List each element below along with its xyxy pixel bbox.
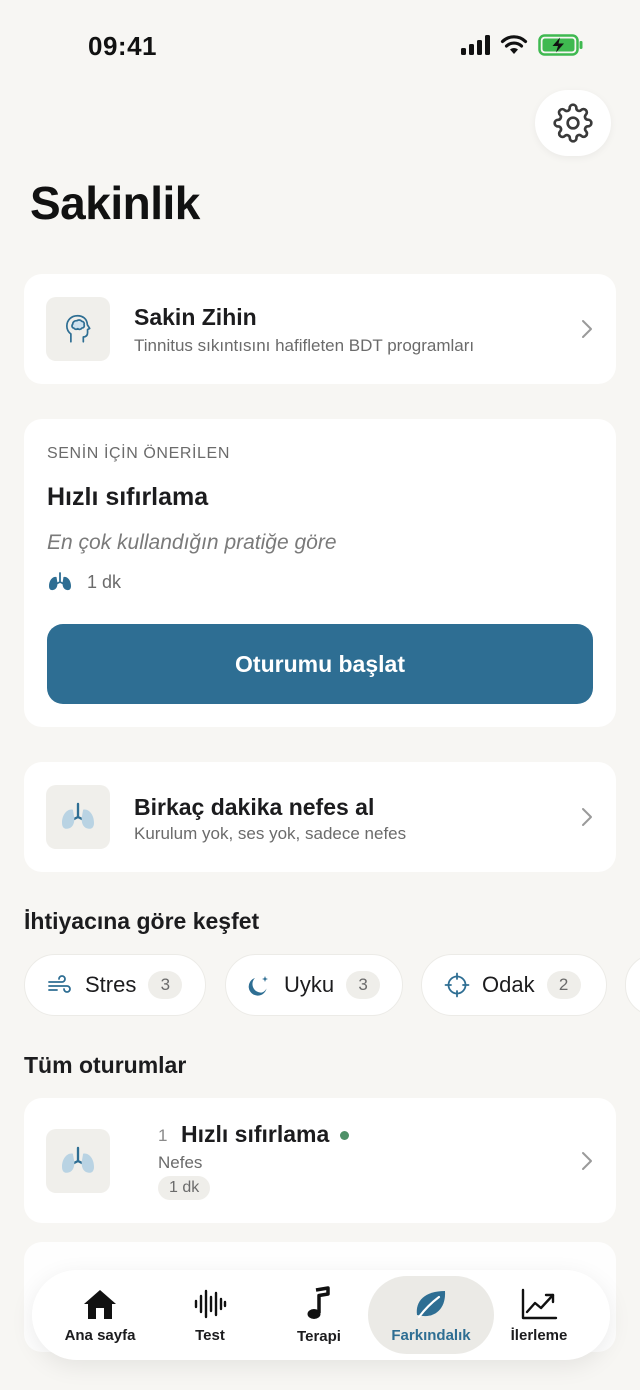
chip-stres[interactable]: Stres 3 (24, 954, 206, 1016)
chip-label: Odak (482, 972, 535, 997)
recommended-label: SENİN İÇİN ÖNERİLEN (47, 445, 230, 462)
chip-label: Uyku (284, 972, 335, 997)
chip-more[interactable] (625, 954, 640, 1016)
leaf-icon (416, 1290, 446, 1318)
moon-stars-icon (248, 976, 268, 996)
page-title: Sakinlik (30, 177, 200, 229)
session-title: Hızlı sıfırlama (181, 1121, 330, 1147)
program-title: Sakin Zihin (134, 304, 257, 330)
tab-progress[interactable]: İlerleme (496, 1276, 582, 1354)
start-session-button[interactable]: Oturumu başlat (47, 624, 593, 704)
wind-icon (48, 975, 71, 993)
session-icon-tile (46, 1129, 110, 1193)
chip-label: Stres (85, 972, 137, 997)
chevron-right-icon (582, 808, 592, 826)
recommended-subtitle: En çok kullandığın pratiğe göre (47, 531, 337, 554)
breath-subtitle: Kurulum yok, ses yok, sadece nefes (134, 824, 407, 843)
breath-icon-tile (46, 785, 110, 849)
tab-label: Test (195, 1326, 225, 1344)
status-time: 09:41 (88, 31, 157, 61)
gear-icon (553, 103, 593, 143)
chevron-right-icon (582, 320, 592, 338)
explore-chips: Stres 3 Uyku 3 Odak 2 (24, 954, 640, 1018)
tab-therapy[interactable]: Terapi (276, 1276, 362, 1354)
lungs-icon (62, 802, 94, 829)
tab-label: Terapi (297, 1327, 341, 1345)
session-category: Nefes (158, 1153, 203, 1172)
status-icons (461, 34, 584, 56)
settings-button[interactable] (535, 90, 611, 156)
breath-card[interactable]: Birkaç dakika nefes al Kurulum yok, ses … (24, 762, 616, 872)
crosshair-icon (444, 972, 470, 998)
chart-line-icon (521, 1288, 558, 1319)
chip-uyku[interactable]: Uyku 3 (225, 954, 403, 1016)
status-bar: 09:41 (0, 0, 640, 92)
chip-count: 3 (148, 971, 183, 999)
session-status-dot (340, 1131, 349, 1140)
session-duration-badge: 1 dk (158, 1176, 211, 1200)
tab-bar: Ana sayfa Test Terapi Farkındalık İlerle… (32, 1270, 610, 1360)
tab-label: Ana sayfa (64, 1326, 136, 1344)
waveform-icon (194, 1289, 227, 1318)
tab-label: İlerleme (510, 1326, 568, 1344)
chip-count: 2 (546, 971, 581, 999)
breath-title: Birkaç dakika nefes al (134, 794, 375, 820)
program-subtitle: Tinnitus sıkıntısını hafifleten BDT prog… (134, 336, 475, 355)
sessions-section-title: Tüm oturumlar (24, 1052, 187, 1078)
tab-home[interactable]: Ana sayfa (52, 1276, 148, 1354)
session-item[interactable]: 1 Hızlı sıfırlama Nefes 1 dk (24, 1098, 616, 1223)
home-icon (84, 1289, 116, 1319)
music-note-icon (307, 1285, 330, 1319)
battery-charging-icon (538, 34, 583, 56)
chevron-right-icon (582, 1152, 592, 1170)
recommended-card: SENİN İÇİN ÖNERİLEN Hızlı sıfırlama En ç… (24, 419, 616, 727)
tab-test[interactable]: Test (167, 1276, 253, 1354)
cellular-signal-icon (461, 35, 490, 55)
tab-label: Farkındalık (391, 1326, 471, 1344)
head-brain-icon (65, 314, 91, 343)
program-icon-tile (46, 297, 110, 361)
recommended-duration: 1 dk (87, 571, 122, 592)
chip-odak[interactable]: Odak 2 (421, 954, 607, 1016)
wifi-icon (500, 35, 528, 54)
recommended-meta: 1 dk (47, 571, 121, 593)
session-number: 1 (158, 1126, 168, 1145)
lungs-icon (62, 1146, 94, 1173)
lungs-icon (49, 572, 71, 591)
recommended-title: Hızlı sıfırlama (47, 483, 209, 511)
explore-section-title: İhtiyacına göre keşfet (24, 908, 260, 934)
tab-mindfulness[interactable]: Farkındalık (368, 1276, 494, 1354)
chip-count: 3 (346, 971, 381, 999)
program-card[interactable]: Sakin Zihin Tinnitus sıkıntısını hafifle… (24, 274, 616, 384)
